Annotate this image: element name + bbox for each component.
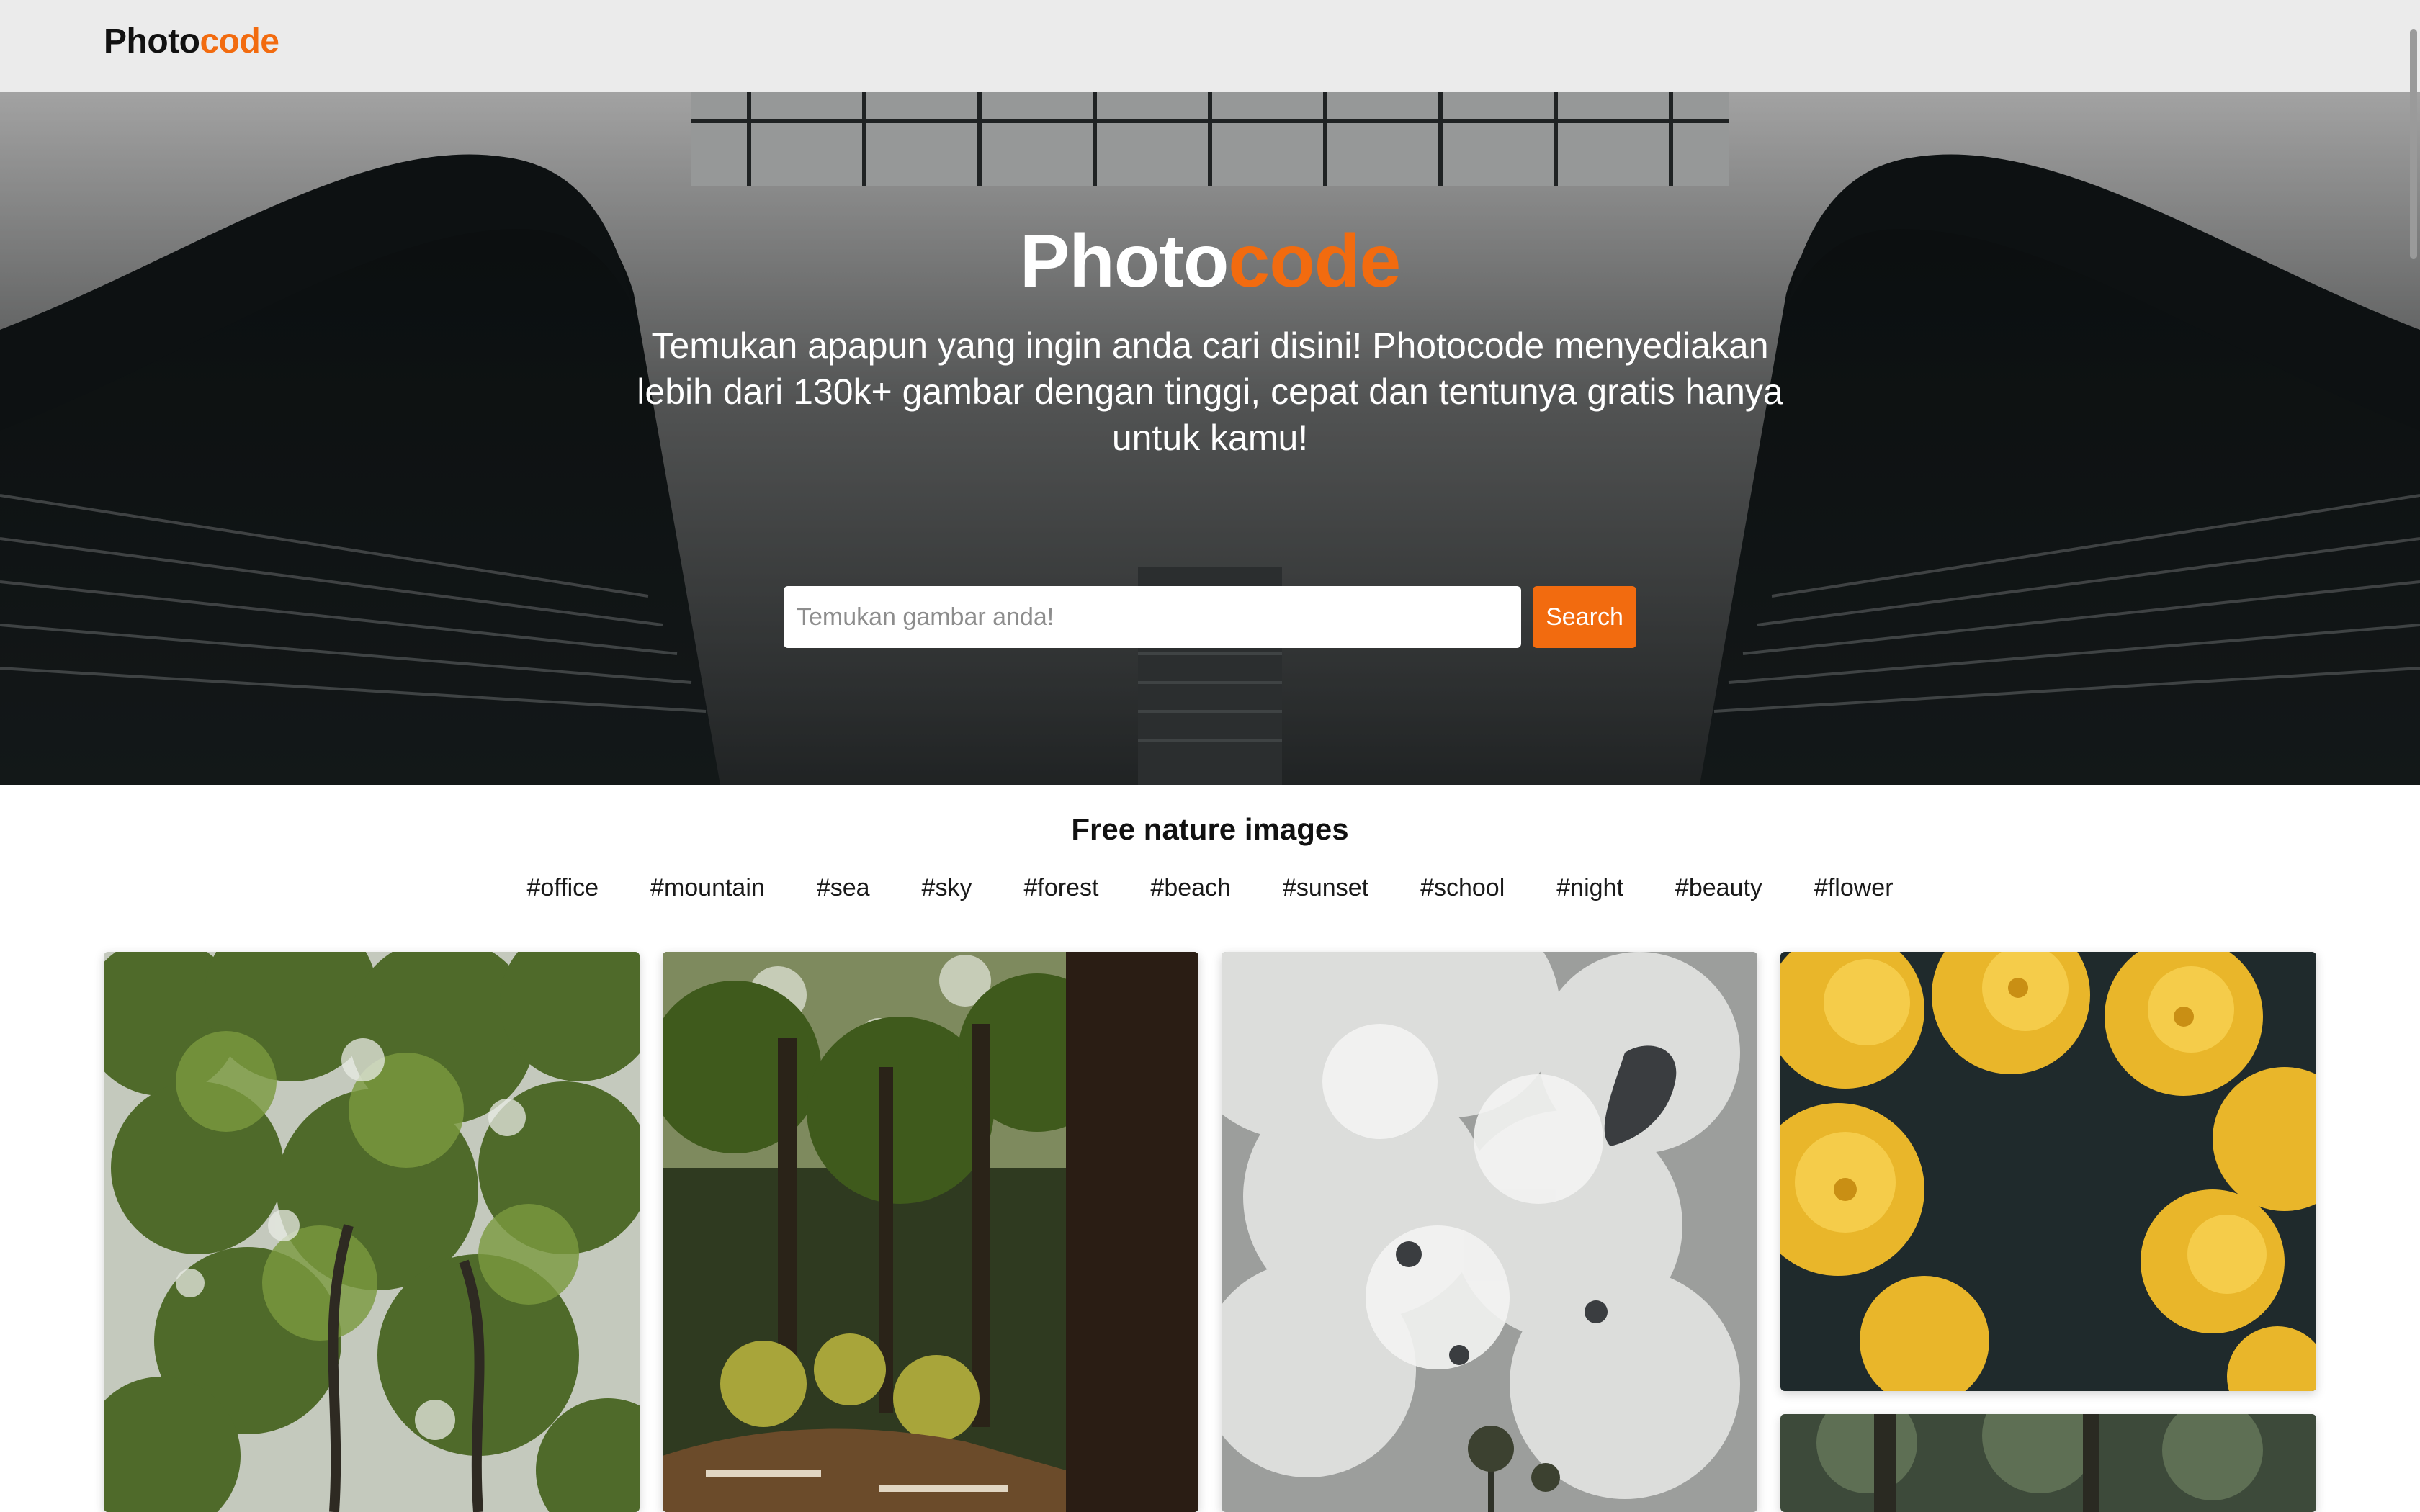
gallery-item[interactable] bbox=[663, 952, 1198, 1512]
hero-subtitle: Temukan apapun yang ingin anda cari disi… bbox=[637, 325, 1783, 458]
page-scrollbar[interactable] bbox=[2406, 0, 2420, 1512]
tag-sea[interactable]: #sea bbox=[817, 874, 870, 902]
gallery-item[interactable] bbox=[104, 952, 640, 1512]
scrollbar-thumb[interactable] bbox=[2410, 29, 2417, 259]
hero-section: Photocode Temukan apapun yang ingin anda… bbox=[0, 92, 2420, 785]
tag-forest[interactable]: #forest bbox=[1023, 874, 1098, 902]
tag-beauty[interactable]: #beauty bbox=[1675, 874, 1762, 902]
tag-sunset[interactable]: #sunset bbox=[1283, 874, 1368, 902]
tag-beach[interactable]: #beach bbox=[1150, 874, 1231, 902]
brand-logo[interactable]: Photocode bbox=[104, 22, 279, 61]
tag-office[interactable]: #office bbox=[526, 874, 599, 902]
cloudy-sky-image bbox=[1222, 952, 1757, 1512]
dark-forest-image bbox=[1780, 1414, 2316, 1512]
brand-logo-part2: code bbox=[200, 22, 279, 60]
gallery-item[interactable] bbox=[1780, 1414, 2316, 1512]
search-input[interactable] bbox=[784, 586, 1521, 648]
hero-title-part2: code bbox=[1228, 220, 1401, 303]
tag-mountain[interactable]: #mountain bbox=[650, 874, 765, 902]
search-button[interactable]: Search bbox=[1533, 586, 1636, 648]
navbar: Photocode bbox=[0, 0, 2420, 92]
tag-sky[interactable]: #sky bbox=[922, 874, 972, 902]
tag-flower[interactable]: #flower bbox=[1814, 874, 1894, 902]
forest-path-image bbox=[663, 952, 1198, 1512]
tag-school[interactable]: #school bbox=[1420, 874, 1505, 902]
gallery-item[interactable] bbox=[1780, 952, 2316, 1391]
brand-logo-part1: Photo bbox=[104, 22, 200, 60]
hero-title-part1: Photo bbox=[1019, 220, 1229, 303]
section-title: Free nature images bbox=[1071, 812, 1349, 846]
tag-night[interactable]: #night bbox=[1556, 874, 1623, 902]
hero-title: Photocode bbox=[0, 220, 2420, 302]
yellow-flowers-image bbox=[1780, 952, 2316, 1391]
tag-list: #office #mountain #sea #sky #forest #bea… bbox=[0, 874, 2420, 902]
gallery-item[interactable] bbox=[1222, 952, 1757, 1512]
forest-canopy-image bbox=[104, 952, 640, 1512]
